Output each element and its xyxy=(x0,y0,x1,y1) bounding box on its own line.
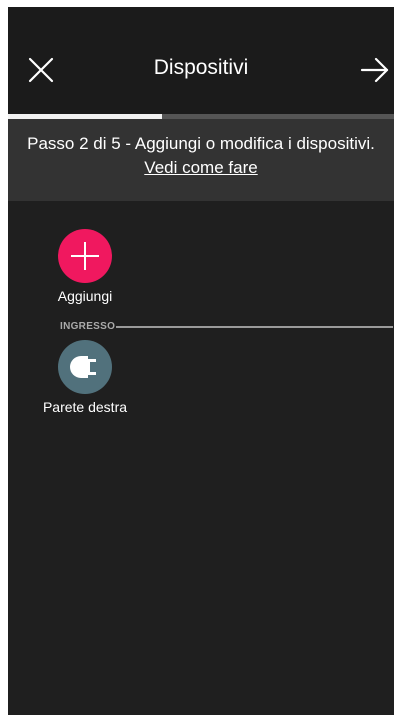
app-screen: Dispositivi Passo 2 di 5 - Aggiungi o mo… xyxy=(8,7,394,715)
add-circle xyxy=(58,229,112,283)
next-button[interactable] xyxy=(359,54,391,86)
arrow-right-icon xyxy=(360,57,389,83)
device-label: Parete destra xyxy=(42,399,128,415)
step-description: Passo 2 di 5 - Aggiungi o modifica i dis… xyxy=(27,134,375,153)
plug-icon xyxy=(70,356,96,378)
add-device-button[interactable]: Aggiungi xyxy=(30,229,140,304)
device-circle xyxy=(58,340,112,394)
add-device-label: Aggiungi xyxy=(57,288,113,304)
help-link[interactable]: Vedi come fare xyxy=(144,156,257,180)
section-header: INGRESSO xyxy=(60,321,116,332)
plus-icon xyxy=(71,242,99,270)
top-bar: Dispositivi xyxy=(8,7,394,115)
page-title: Dispositivi xyxy=(153,56,249,79)
step-banner: Passo 2 di 5 - Aggiungi o modifica i dis… xyxy=(8,119,394,201)
section-divider xyxy=(116,326,393,328)
device-item[interactable]: Parete destra xyxy=(30,340,140,415)
